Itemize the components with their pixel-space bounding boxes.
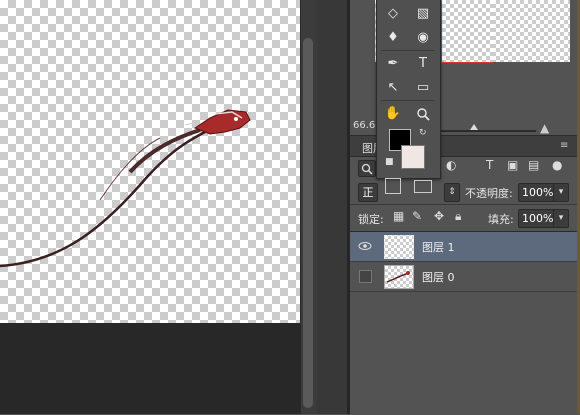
- blend-mode-dropdown[interactable]: ⇕: [444, 183, 460, 202]
- blur-icon[interactable]: ♦: [382, 28, 404, 48]
- panel-menu-icon[interactable]: ≡: [560, 140, 568, 151]
- dock-gap: [317, 0, 347, 414]
- fill-field[interactable]: 100%: [518, 209, 555, 228]
- hand-icon[interactable]: ✋: [382, 104, 404, 124]
- zoom-slider[interactable]: [440, 130, 536, 132]
- lock-all-icon[interactable]: 🔒︎: [455, 209, 461, 224]
- filter-kind-icon[interactable]: [358, 160, 376, 177]
- fill-label: 填充:: [488, 213, 514, 226]
- adjustment-filter-icon[interactable]: ◐: [446, 158, 456, 172]
- layer-row[interactable]: 图层 1: [350, 232, 578, 262]
- zoom-icon[interactable]: [412, 104, 434, 124]
- opacity-dropdown[interactable]: ▾: [553, 183, 569, 202]
- type-icon[interactable]: T: [412, 54, 434, 74]
- opacity-field[interactable]: 100%: [518, 183, 555, 202]
- layer-name[interactable]: 图层 0: [422, 269, 455, 285]
- quick-mask-icon[interactable]: [385, 178, 401, 194]
- layer-row[interactable]: 图层 0: [350, 262, 578, 292]
- dodge-icon[interactable]: ◉: [412, 28, 434, 48]
- opacity-label: 不透明度:: [465, 187, 513, 200]
- eraser-icon[interactable]: ◇: [382, 4, 404, 24]
- visibility-toggle[interactable]: [356, 262, 374, 291]
- lock-position-icon[interactable]: ✥: [434, 209, 444, 223]
- layer-name[interactable]: 图层 1: [422, 239, 455, 255]
- pen-icon[interactable]: ✒: [382, 54, 404, 74]
- layer-thumbnail: [384, 265, 414, 289]
- fill-dropdown[interactable]: ▾: [553, 209, 569, 228]
- gradient-icon[interactable]: ▧: [412, 4, 434, 24]
- shape-filter-icon[interactable]: ▣: [507, 158, 518, 172]
- dragon-artwork: [0, 109, 251, 268]
- eye-icon: [358, 242, 372, 250]
- hidden-checkbox-icon: [359, 270, 372, 283]
- type-filter-icon[interactable]: T: [486, 158, 493, 172]
- zoom-slider-knob[interactable]: [470, 124, 478, 130]
- toggle-filter-icon[interactable]: ●: [552, 158, 562, 172]
- vertical-scrollbar-thumb[interactable]: [303, 38, 313, 408]
- zoom-in-icon[interactable]: ▲: [540, 121, 549, 135]
- divider: [350, 204, 580, 205]
- path-selection-icon[interactable]: ↖: [382, 78, 404, 98]
- lock-transparent-icon[interactable]: ▦: [393, 209, 404, 223]
- screen-mode-icon[interactable]: [414, 180, 432, 193]
- lock-image-icon[interactable]: ✎: [412, 209, 422, 223]
- blend-mode-select[interactable]: 正: [358, 183, 378, 202]
- rectangle-icon[interactable]: ▭: [412, 78, 434, 98]
- swap-colors-icon[interactable]: ↻: [419, 128, 427, 138]
- navigator-view-box[interactable]: [441, 0, 493, 63]
- visibility-toggle[interactable]: [356, 232, 374, 261]
- pasteboard: [0, 323, 300, 414]
- lock-label: 锁定:: [358, 213, 384, 226]
- navigator-preview-right[interactable]: [492, 0, 570, 62]
- default-colors-icon[interactable]: ■: [385, 157, 394, 167]
- layer-thumbnail: [384, 235, 414, 259]
- background-color-swatch[interactable]: [401, 145, 425, 169]
- document-canvas[interactable]: [0, 0, 300, 323]
- smart-object-filter-icon[interactable]: ▤: [528, 158, 539, 172]
